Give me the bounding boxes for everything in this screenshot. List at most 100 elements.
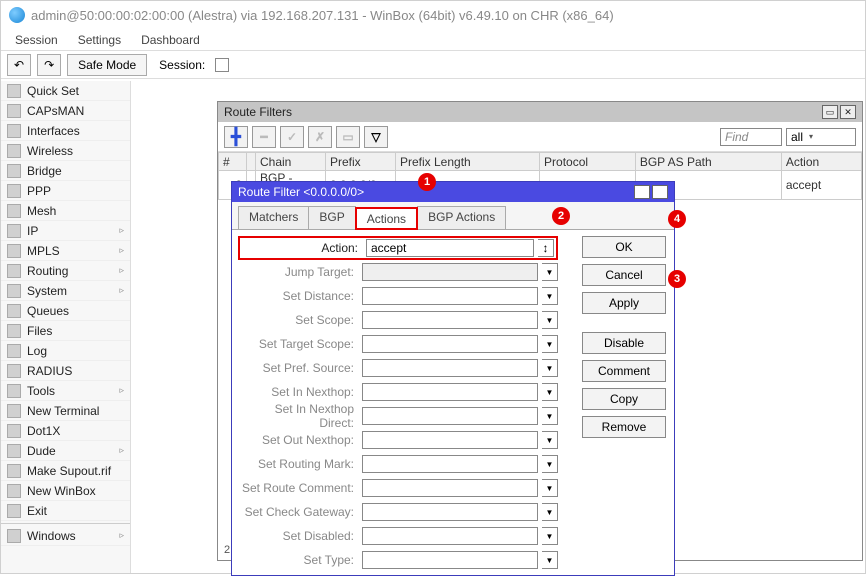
sidebar-item-ip[interactable]: IP▹ [1, 221, 130, 241]
field-input[interactable] [362, 311, 538, 329]
sidebar-item-routing[interactable]: Routing▹ [1, 261, 130, 281]
dropdown-icon[interactable]: ↕ [538, 239, 554, 257]
redo-button[interactable]: ↷ [37, 54, 61, 76]
dropdown-icon[interactable]: ▼ [542, 527, 558, 545]
filter-select[interactable]: all [786, 128, 856, 146]
field-input[interactable] [362, 263, 538, 281]
sidebar-item-tools[interactable]: Tools▹ [1, 381, 130, 401]
dialog-titlebar[interactable]: Route Filter <0.0.0.0/0> ▭ ✕ [232, 182, 674, 202]
field-label: Action: [242, 241, 362, 255]
sidebar-item-queues[interactable]: Queues [1, 301, 130, 321]
sidebar-item-interfaces[interactable]: Interfaces [1, 121, 130, 141]
remove-button[interactable]: Remove [582, 416, 666, 438]
field-input[interactable] [362, 479, 538, 497]
field-input[interactable] [362, 383, 538, 401]
tab-bgp-actions[interactable]: BGP Actions [417, 206, 506, 229]
sidebar-item-system[interactable]: System▹ [1, 281, 130, 301]
tab-matchers[interactable]: Matchers [238, 206, 309, 229]
sidebar-item-windows[interactable]: Windows▹ [1, 526, 130, 546]
comment-button[interactable]: ▭ [336, 126, 360, 148]
column-header[interactable]: # [219, 153, 247, 171]
enable-button[interactable]: ✓ [280, 126, 304, 148]
copy-button[interactable]: Copy [582, 388, 666, 410]
column-header[interactable]: Action [781, 153, 861, 171]
column-header[interactable]: Chain [256, 153, 326, 171]
add-button[interactable]: ╋ [224, 126, 248, 148]
sidebar-item-new-terminal[interactable]: New Terminal [1, 401, 130, 421]
minimize-icon[interactable]: ▭ [822, 105, 838, 119]
dropdown-icon[interactable]: ▼ [542, 383, 558, 401]
sidebar-item-dude[interactable]: Dude▹ [1, 441, 130, 461]
sidebar-item-bridge[interactable]: Bridge [1, 161, 130, 181]
sidebar-item-mpls[interactable]: MPLS▹ [1, 241, 130, 261]
comment-button[interactable]: Comment [582, 360, 666, 382]
find-input[interactable]: Find [720, 128, 782, 146]
dropdown-icon[interactable]: ▼ [542, 335, 558, 353]
ok-button[interactable]: OK [582, 236, 666, 258]
session-checkbox[interactable] [215, 58, 229, 72]
dropdown-icon[interactable]: ▼ [542, 479, 558, 497]
field-input[interactable] [362, 287, 538, 305]
tab-actions[interactable]: Actions [355, 207, 418, 230]
sidebar: Quick SetCAPsMANInterfacesWirelessBridge… [1, 81, 131, 573]
dropdown-icon[interactable]: ▼ [542, 503, 558, 521]
field-input[interactable] [362, 503, 538, 521]
field-input[interactable] [362, 407, 538, 425]
close-icon[interactable]: ✕ [840, 105, 856, 119]
filter-icon[interactable]: ▽ [364, 126, 388, 148]
disable-button[interactable]: Disable [582, 332, 666, 354]
field-row: Set Scope:▼ [238, 308, 558, 332]
menu-icon [7, 264, 21, 278]
field-input[interactable] [362, 431, 538, 449]
cancel-button[interactable]: Cancel [582, 264, 666, 286]
sidebar-item-label: RADIUS [27, 364, 72, 378]
sidebar-item-capsman[interactable]: CAPsMAN [1, 101, 130, 121]
chevron-right-icon: ▹ [119, 530, 124, 541]
menu-settings[interactable]: Settings [70, 31, 129, 49]
sidebar-item-exit[interactable]: Exit [1, 501, 130, 521]
sidebar-item-files[interactable]: Files [1, 321, 130, 341]
column-header[interactable]: BGP AS Path [635, 153, 781, 171]
disable-button[interactable]: ✗ [308, 126, 332, 148]
sidebar-item-new-winbox[interactable]: New WinBox [1, 481, 130, 501]
field-input[interactable] [362, 551, 538, 569]
dropdown-icon[interactable]: ▼ [542, 287, 558, 305]
field-input[interactable]: accept [366, 239, 534, 257]
dropdown-icon[interactable]: ▼ [542, 263, 558, 281]
apply-button[interactable]: Apply [582, 292, 666, 314]
column-header[interactable] [247, 153, 256, 171]
dropdown-icon[interactable]: ▼ [542, 311, 558, 329]
undo-button[interactable]: ↶ [7, 54, 31, 76]
field-input[interactable] [362, 455, 538, 473]
dropdown-icon[interactable]: ▼ [542, 359, 558, 377]
field-input[interactable] [362, 359, 538, 377]
field-input[interactable] [362, 335, 538, 353]
filters-titlebar[interactable]: Route Filters ▭ ✕ [218, 102, 862, 122]
menu-icon [7, 284, 21, 298]
field-input[interactable] [362, 527, 538, 545]
column-header[interactable]: Prefix Length [396, 153, 540, 171]
safe-mode-button[interactable]: Safe Mode [67, 54, 147, 76]
sidebar-item-ppp[interactable]: PPP [1, 181, 130, 201]
sidebar-item-log[interactable]: Log [1, 341, 130, 361]
remove-button[interactable]: ━ [252, 126, 276, 148]
app-toolbar: ↶ ↷ Safe Mode Session: [1, 51, 865, 79]
sidebar-item-mesh[interactable]: Mesh [1, 201, 130, 221]
sidebar-item-dot1x[interactable]: Dot1X [1, 421, 130, 441]
sidebar-item-wireless[interactable]: Wireless [1, 141, 130, 161]
sidebar-item-radius[interactable]: RADIUS [1, 361, 130, 381]
close-icon[interactable]: ✕ [652, 185, 668, 199]
tab-bgp[interactable]: BGP [308, 206, 355, 229]
dropdown-icon[interactable]: ▼ [542, 551, 558, 569]
dropdown-icon[interactable]: ▼ [542, 407, 558, 425]
minimize-icon[interactable]: ▭ [634, 185, 650, 199]
dropdown-icon[interactable]: ▼ [542, 455, 558, 473]
sidebar-item-quick-set[interactable]: Quick Set [1, 81, 130, 101]
sidebar-item-make-supout-rif[interactable]: Make Supout.rif [1, 461, 130, 481]
menu-dashboard[interactable]: Dashboard [133, 31, 208, 49]
menu-session[interactable]: Session [7, 31, 66, 49]
field-label: Set Pref. Source: [238, 361, 358, 375]
column-header[interactable]: Protocol [540, 153, 636, 171]
column-header[interactable]: Prefix [326, 153, 396, 171]
dropdown-icon[interactable]: ▼ [542, 431, 558, 449]
